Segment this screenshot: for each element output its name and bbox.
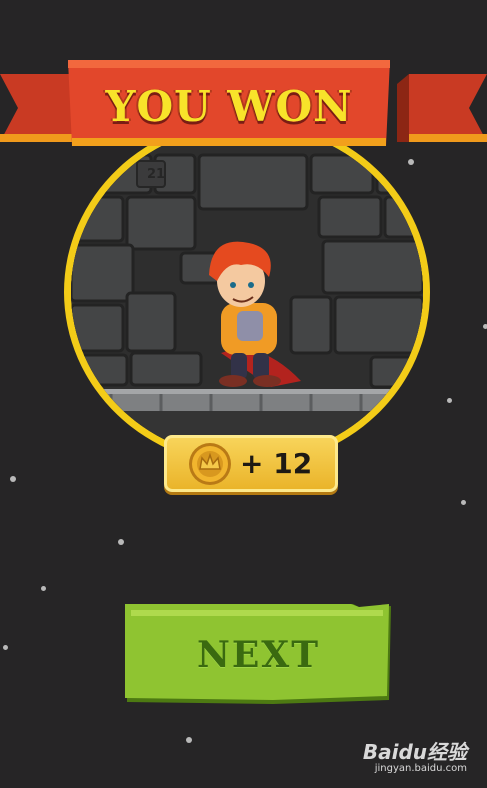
watermark-url: jingyan.baidu.com [374, 763, 467, 774]
level-scene-circle: 21 [64, 118, 430, 466]
crown-coin-icon [189, 443, 231, 485]
next-button[interactable] [123, 604, 394, 709]
level-number: 21 [146, 166, 166, 182]
dungeon-scene [71, 125, 423, 459]
watermark-logo: Baidu经验 [362, 740, 467, 764]
you-won-title: YOU WON [105, 81, 353, 131]
coin-reward-amount: + 12 [240, 447, 313, 480]
baidu-watermark: Baidu经验 jingyan.baidu.com [363, 736, 467, 774]
